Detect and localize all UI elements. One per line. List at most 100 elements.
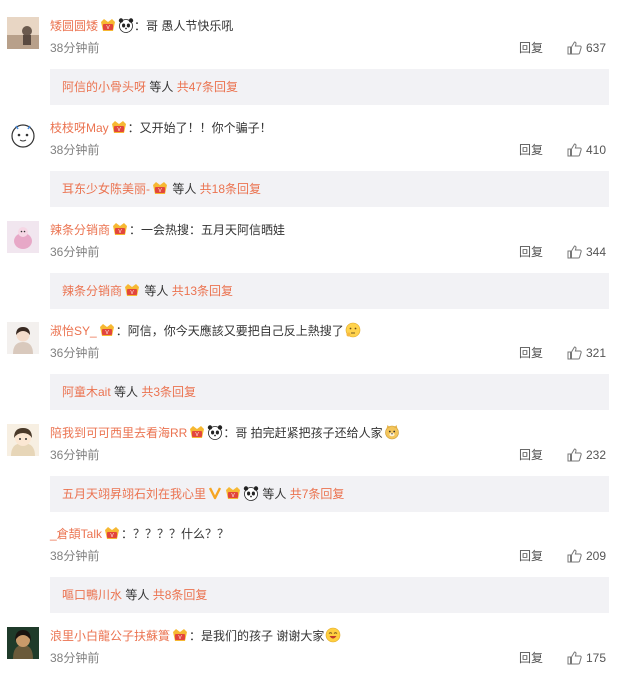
reply-users-link[interactable]: 阿童木ait <box>62 385 111 399</box>
username-link[interactable]: 辣条分销商 <box>50 223 110 237</box>
username-link[interactable]: 矮圆圆矮 <box>50 19 98 33</box>
reply-button[interactable]: 回复 <box>519 243 543 261</box>
reply-etc-label: 等人 <box>122 588 153 602</box>
like-count: 321 <box>586 346 607 360</box>
reply-users-link[interactable]: 耳东少女陈美丽- <box>62 182 150 196</box>
comment-text: ：阿信，你今天應該又要把自己反上熱搜了 <box>115 324 344 338</box>
comment-content: 辣条分销商 V ：一会热搜：五月天阿信晒娃 <box>50 221 285 239</box>
reply-button[interactable]: 回复 <box>519 141 543 159</box>
panda-emoji-icon <box>243 485 259 501</box>
laughing-emoji-icon <box>325 627 341 643</box>
like-button[interactable]: 321 <box>567 344 606 362</box>
avatar[interactable] <box>7 119 39 151</box>
reply-count-link[interactable]: 共3条回复 <box>141 385 196 399</box>
comment-content: 矮圆圆矮 V ：哥 愚人节快乐吼 <box>50 17 233 35</box>
reply-count-link[interactable]: 共8条回复 <box>153 588 208 602</box>
thumbs-up-icon <box>567 651 582 665</box>
avatar[interactable] <box>7 221 39 253</box>
avatar[interactable] <box>7 424 39 456</box>
vip-icon: V <box>104 526 120 540</box>
like-count: 232 <box>586 448 607 462</box>
comment-text: ：？？？？什么？？ <box>121 527 230 541</box>
reply-count-link[interactable]: 共13条回复 <box>172 284 233 298</box>
comment-text: ：哥 愚人节快乐吼 <box>134 19 234 33</box>
comment-content: 枝枝呀May V ：又开始了！！你个骗子！ <box>50 119 272 137</box>
username-link[interactable]: 陪我到可可西里去看海RR <box>50 426 187 440</box>
comment-content: _倉頡Talk V ：？？？？什么？？ <box>50 525 229 543</box>
vip-icon: V <box>225 486 241 500</box>
avatar[interactable] <box>7 525 39 557</box>
vip-icon: V <box>112 222 128 236</box>
comment-time: 36分钟前 <box>50 346 100 360</box>
panda-emoji-icon <box>207 424 223 440</box>
username-link[interactable]: 浪里小白龍公子扶蘇簣 <box>50 629 170 643</box>
vip-icon: V <box>124 283 140 297</box>
comment-time: 36分钟前 <box>50 245 100 259</box>
comment-content: 淑怡SY_ V ：阿信，你今天應該又要把自己反上熱搜了 <box>50 322 361 340</box>
thumbs-up-icon <box>567 143 582 157</box>
like-button[interactable]: 637 <box>567 39 606 57</box>
reply-users-link[interactable]: 阿信的小骨头呀 <box>62 80 146 94</box>
replies-summary[interactable]: 五月天翊昇翊石刘在我心里 V 等人 共7条回复 <box>50 476 609 512</box>
comment-content: 浪里小白龍公子扶蘇簣 V ：是我们的孩子 谢谢大家 <box>50 627 341 645</box>
username-link[interactable]: _倉頡Talk <box>50 527 102 541</box>
username-link[interactable]: 淑怡SY_ <box>50 324 97 338</box>
vip-icon: V <box>189 425 205 439</box>
reply-etc-label: 等人 <box>110 385 142 399</box>
like-count: 637 <box>586 41 607 55</box>
vip-icon: V <box>100 18 116 32</box>
username-link[interactable]: 枝枝呀May <box>50 121 109 135</box>
vip-icon: V <box>111 120 127 134</box>
reply-count-link[interactable]: 共47条回复 <box>177 80 238 94</box>
avatar[interactable] <box>7 627 39 659</box>
comment-time: 38分钟前 <box>50 41 100 55</box>
avatar[interactable] <box>7 17 39 49</box>
reply-users-link[interactable]: 嘔口鴨川水 <box>62 588 122 602</box>
reply-count-link[interactable]: 共18条回复 <box>200 182 261 196</box>
v-badge-icon <box>208 486 222 500</box>
like-button[interactable]: 410 <box>567 141 606 159</box>
like-button[interactable]: 209 <box>567 547 606 565</box>
comment-time: 38分钟前 <box>50 549 100 563</box>
comment-time: 38分钟前 <box>50 143 100 157</box>
reply-etc-label: 等人 <box>141 284 172 298</box>
like-count: 209 <box>586 549 607 563</box>
vip-icon: V <box>99 323 115 337</box>
comment-text: ：是我们的孩子 谢谢大家 <box>189 629 325 643</box>
reply-button[interactable]: 回复 <box>519 649 543 667</box>
reply-etc-label: 等人 <box>259 487 290 501</box>
reply-button[interactable]: 回复 <box>519 547 543 565</box>
thinking-emoji-icon <box>345 322 361 338</box>
vip-icon: V <box>152 181 168 195</box>
reply-users-link[interactable]: 辣条分销商 <box>62 284 122 298</box>
replies-summary[interactable]: 阿童木ait 等人 共3条回复 <box>50 374 609 410</box>
comment-content: 陪我到可可西里去看海RR V ：哥 拍完赶紧把孩子还给人家 <box>50 424 400 442</box>
like-button[interactable]: 175 <box>567 649 606 667</box>
reply-users-link[interactable]: 五月天翊昇翊石刘在我心里 <box>62 487 206 501</box>
like-button[interactable]: 344 <box>567 243 606 261</box>
like-count: 410 <box>586 143 607 157</box>
reply-button[interactable]: 回复 <box>519 344 543 362</box>
comment-time: 36分钟前 <box>50 448 100 462</box>
thumbs-up-icon <box>567 346 582 360</box>
replies-summary[interactable]: 阿信的小骨头呀 等人 共47条回复 <box>50 69 609 105</box>
thumbs-up-icon <box>567 41 582 55</box>
like-count: 175 <box>586 651 607 665</box>
thumbs-up-icon <box>567 448 582 462</box>
reply-etc-label: 等人 <box>146 80 177 94</box>
vip-icon: V <box>172 628 188 642</box>
doge-emoji-icon <box>384 424 400 440</box>
reply-button[interactable]: 回复 <box>519 39 543 57</box>
thumbs-up-icon <box>567 245 582 259</box>
reply-button[interactable]: 回复 <box>519 446 543 464</box>
like-button[interactable]: 232 <box>567 446 606 464</box>
comment-text: ：又开始了！！你个骗子！ <box>127 121 272 135</box>
thumbs-up-icon <box>567 549 582 563</box>
comment-text: ：哥 拍完赶紧把孩子还给人家 <box>223 426 383 440</box>
like-count: 344 <box>586 245 607 259</box>
replies-summary[interactable]: 辣条分销商 V 等人 共13条回复 <box>50 273 609 309</box>
replies-summary[interactable]: 嘔口鴨川水 等人 共8条回复 <box>50 577 609 613</box>
avatar[interactable] <box>7 322 39 354</box>
reply-count-link[interactable]: 共7条回复 <box>290 487 345 501</box>
replies-summary[interactable]: 耳东少女陈美丽- V 等人 共18条回复 <box>50 171 609 207</box>
